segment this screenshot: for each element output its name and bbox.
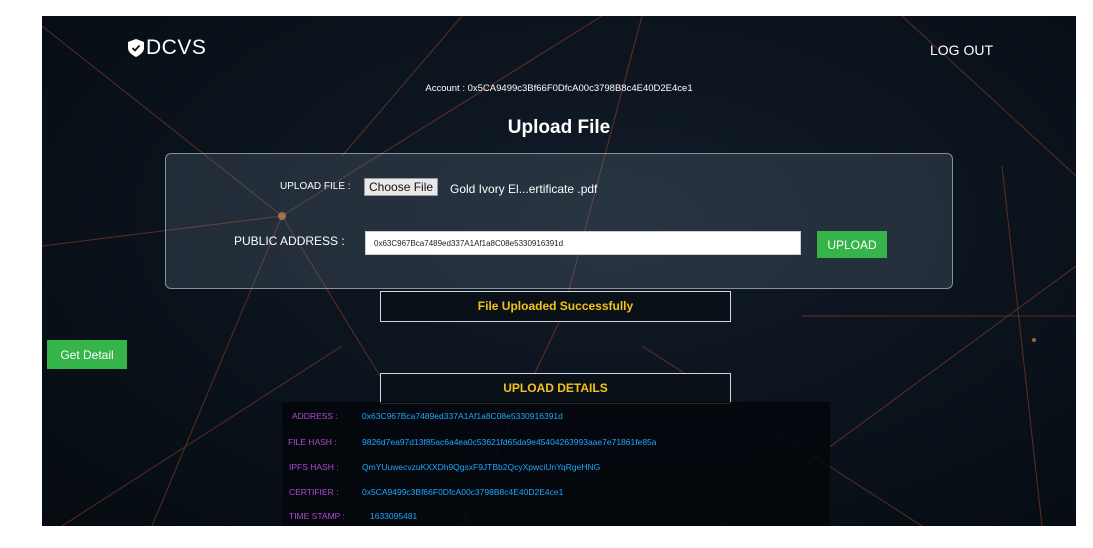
detail-label: ADDRESS : (292, 411, 338, 421)
public-address-input[interactable] (365, 231, 801, 255)
upload-details-heading: UPLOAD DETAILS (380, 373, 731, 404)
upload-form-panel: UPLOAD FILE : Choose File Gold Ivory El.… (165, 153, 953, 289)
detail-label: IPFS HASH : (289, 462, 339, 472)
public-address-label: PUBLIC ADDRESS : (234, 234, 345, 248)
detail-value: 1633095481 (370, 511, 418, 521)
detail-label: FILE HASH : (288, 437, 337, 447)
detail-label: TIME STAMP : (289, 511, 345, 521)
detail-value: 9826d7ea97d13f85ac6a4ea0c53621fd65da9e45… (362, 437, 657, 447)
selected-file-name: Gold Ivory El...ertificate .pdf (450, 182, 598, 196)
detail-value: 0x5CA9499c3Bf66F0DfcA00c3798B8c4E40D2E4c… (362, 487, 564, 497)
upload-details-list: ADDRESS : 0x63C967Bca7489ed337A1Af1a8C08… (282, 402, 830, 526)
shield-check-icon (128, 39, 144, 57)
detail-value: QmYUuwecvzuKXXDh9QgsxF9JTBb2QcyXpwciUnYq… (362, 462, 601, 472)
upload-file-label: UPLOAD FILE : (280, 181, 351, 192)
app-frame: DCVS LOG OUT Account : 0x5CA9499c3Bf66F0… (42, 16, 1076, 526)
account-address: Account : 0x5CA9499c3Bf66F0DfcA00c3798B8… (425, 83, 693, 94)
upload-button[interactable]: UPLOAD (817, 231, 887, 258)
upload-success-message: File Uploaded Successfully (380, 291, 731, 322)
get-detail-button[interactable]: Get Detail (47, 340, 127, 369)
detail-value: 0x63C967Bca7489ed337A1Af1a8C08e533091639… (362, 411, 563, 421)
choose-file-button[interactable]: Choose File (364, 178, 439, 196)
page-title: Upload File (507, 117, 611, 138)
logout-link[interactable]: LOG OUT (930, 42, 993, 58)
brand-logo[interactable]: DCVS (128, 36, 206, 60)
brand-name: DCVS (146, 36, 207, 59)
detail-label: CERTIFIER : (289, 487, 339, 497)
